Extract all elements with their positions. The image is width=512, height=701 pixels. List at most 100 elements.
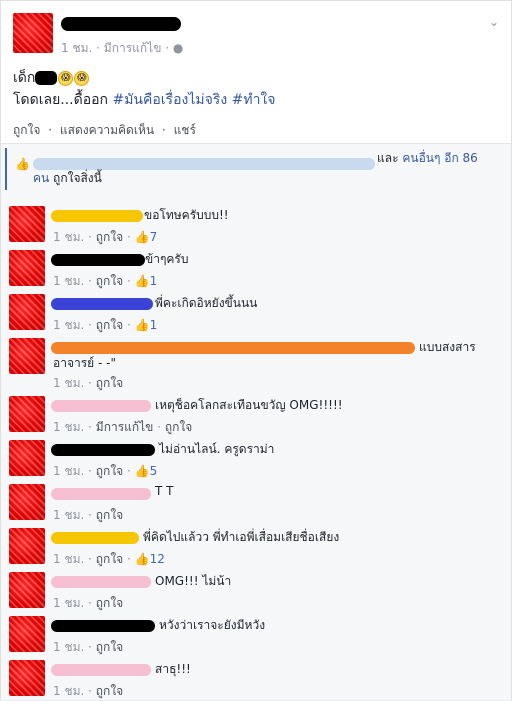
comment-text: OMG!!! ไม่น้า bbox=[155, 574, 232, 588]
comment-like-button[interactable]: ถูกใจ bbox=[96, 508, 123, 522]
commenter-avatar[interactable] bbox=[9, 396, 45, 432]
scream-emoji-icon: 😱 bbox=[74, 70, 90, 86]
post-card: 1 ชม. · มีการแก้ไข · ● ⌄ เด็ก 😱 😱 โดดเลย..… bbox=[0, 0, 512, 700]
commenter-name-redacted[interactable] bbox=[51, 488, 151, 500]
commenter-name-redacted[interactable] bbox=[51, 298, 153, 310]
commenter-name-redacted[interactable] bbox=[51, 342, 415, 354]
comment-like-button[interactable]: ถูกใจ bbox=[96, 684, 123, 698]
commenter-avatar[interactable] bbox=[9, 338, 45, 374]
comment-text: ข้าๆครับ bbox=[145, 252, 189, 266]
comment-time[interactable]: 1 ชม. bbox=[53, 508, 84, 522]
thumbs-up-icon: 👍 bbox=[134, 230, 150, 244]
comment-meta: 1 ชม. · ถูกใจ bbox=[53, 596, 124, 610]
comment-time[interactable]: 1 ชม. bbox=[53, 274, 84, 288]
hashtag-link[interactable]: #มันคือเรื่องไม่จริง bbox=[112, 92, 227, 108]
post-time[interactable]: 1 ชม. bbox=[61, 41, 92, 55]
thumbs-up-icon: 👍 bbox=[134, 318, 150, 332]
comment-like-button[interactable]: ถูกใจ bbox=[165, 420, 192, 434]
commenter-avatar[interactable] bbox=[9, 440, 45, 476]
comment-time[interactable]: 1 ชม. bbox=[53, 596, 84, 610]
scream-emoji-icon: 😱 bbox=[58, 70, 74, 86]
thumbs-up-icon: 👍 bbox=[134, 464, 150, 478]
comment-time[interactable]: 1 ชม. bbox=[53, 464, 84, 478]
comment-like-button[interactable]: ถูกใจ bbox=[96, 230, 123, 244]
likes-summary: 👍 และ คนอื่นๆ อีก 86 คน ถูกใจสิ่งนี้ bbox=[5, 148, 505, 190]
comment-text: T T bbox=[155, 484, 174, 498]
commenter-name-redacted[interactable] bbox=[51, 210, 143, 222]
post-author-name-redacted[interactable] bbox=[61, 17, 181, 31]
comment-like-button[interactable]: ถูกใจ bbox=[96, 552, 123, 566]
comment-text: แบบสงสาร bbox=[419, 340, 476, 354]
comment-like-count[interactable]: 1 bbox=[150, 274, 158, 288]
comment-like-count[interactable]: 12 bbox=[150, 552, 165, 566]
comment-edited[interactable]: มีการแก้ไข bbox=[96, 420, 154, 434]
commenter-avatar[interactable] bbox=[9, 572, 45, 608]
commenter-avatar[interactable] bbox=[9, 616, 45, 652]
comment-meta: 1 ชม. · ถูกใจ · 👍12 bbox=[53, 552, 165, 566]
post-author-avatar[interactable] bbox=[13, 13, 53, 53]
post-meta: 1 ชม. · มีการแก้ไข · ● bbox=[61, 41, 184, 55]
post-header: 1 ชม. · มีการแก้ไข · ● ⌄ bbox=[9, 9, 505, 57]
comment-time[interactable]: 1 ชม. bbox=[53, 376, 84, 390]
comment-like-button[interactable]: ถูกใจ bbox=[96, 274, 123, 288]
commenter-name-redacted[interactable] bbox=[51, 400, 151, 412]
thumbs-up-icon: 👍 bbox=[134, 274, 150, 288]
post-line-1: เด็ก 😱 😱 bbox=[13, 67, 503, 89]
thumbs-up-icon: 👍 bbox=[15, 157, 30, 171]
post-actions: ถูกใจ · แสดงความคิดเห็น · แชร์ bbox=[13, 123, 196, 137]
comment-time[interactable]: 1 ชม. bbox=[53, 640, 84, 654]
others-liked-link[interactable]: คนอื่นๆ อีก 86 bbox=[402, 151, 477, 165]
commenter-name-redacted[interactable] bbox=[51, 576, 151, 588]
commenter-avatar[interactable] bbox=[9, 294, 45, 330]
comment-time[interactable]: 1 ชม. bbox=[53, 230, 84, 244]
comment-meta: 1 ชม. · ถูกใจ · 👍1 bbox=[53, 318, 158, 332]
comment-button[interactable]: แสดงความคิดเห็น bbox=[60, 123, 154, 137]
commenter-name-redacted[interactable] bbox=[51, 254, 145, 266]
commenter-name-redacted[interactable] bbox=[51, 532, 139, 544]
comment-time[interactable]: 1 ชม. bbox=[53, 420, 84, 434]
commenter-avatar[interactable] bbox=[9, 250, 45, 286]
comment-like-button[interactable]: ถูกใจ bbox=[96, 376, 123, 390]
comment-like-button[interactable]: ถูกใจ bbox=[96, 318, 123, 332]
commenter-name-redacted[interactable] bbox=[51, 444, 155, 456]
comment-text: เหตุช็อคโลกสะเทือนขวัญ OMG!!!!! bbox=[155, 398, 343, 412]
post-body: เด็ก 😱 😱 โดดเลย...ดื้ออก #มันคือเรื่องไม่จ… bbox=[13, 67, 503, 111]
commenter-avatar[interactable] bbox=[9, 660, 45, 696]
comment-text: สาธุ!!! bbox=[155, 662, 191, 676]
like-button[interactable]: ถูกใจ bbox=[13, 123, 40, 137]
comment-text: พี่คิดไปแล้วว พี่ทำเอพี่เสื่อมเสียชื่อเส… bbox=[143, 530, 340, 544]
comment-meta: 1 ชม. · ถูกใจ bbox=[53, 376, 124, 390]
comment-meta: 1 ชม. · ถูกใจ bbox=[53, 508, 124, 522]
comment-text: ไม่อ่านไลน์. ครูดราม่า bbox=[159, 442, 275, 456]
comment-like-button[interactable]: ถูกใจ bbox=[96, 464, 123, 478]
commenter-avatar[interactable] bbox=[9, 528, 45, 564]
comment-time[interactable]: 1 ชม. bbox=[53, 318, 84, 332]
comment-meta: 1 ชม. · ถูกใจ bbox=[53, 684, 124, 698]
comment-meta: 1 ชม. · ถูกใจ bbox=[53, 640, 124, 654]
comment-like-button[interactable]: ถูกใจ bbox=[96, 640, 123, 654]
comment-text: ขอโทษครับบบ!! bbox=[144, 208, 229, 222]
comment-like-button[interactable]: ถูกใจ bbox=[96, 596, 123, 610]
comment-like-count[interactable]: 7 bbox=[150, 230, 158, 244]
commenter-name-redacted[interactable] bbox=[51, 620, 155, 632]
share-button[interactable]: แชร์ bbox=[174, 123, 196, 137]
commenter-avatar[interactable] bbox=[9, 484, 45, 520]
comment-like-count[interactable]: 5 bbox=[150, 464, 158, 478]
comment-text-line-2: อาจารย์ - -" bbox=[53, 356, 116, 370]
chevron-down-icon[interactable]: ⌄ bbox=[489, 15, 499, 29]
commenter-avatar[interactable] bbox=[9, 206, 45, 242]
redacted-mark bbox=[35, 71, 58, 85]
globe-icon: ● bbox=[172, 41, 184, 55]
hashtag-link[interactable]: #ทำใจ bbox=[232, 92, 276, 108]
comment-time[interactable]: 1 ชม. bbox=[53, 552, 84, 566]
post-line-2: โดดเลย...ดื้ออก #มันคือเรื่องไม่จริง #ทำ… bbox=[13, 92, 276, 108]
commenter-name-redacted[interactable] bbox=[51, 664, 151, 676]
comment-meta: 1 ชม. · มีการแก้ไข · ถูกใจ bbox=[53, 420, 193, 434]
comment-meta: 1 ชม. · ถูกใจ · 👍7 bbox=[53, 230, 158, 244]
comment-text: พี่คะเกิดอิหยังขึ้นนน bbox=[155, 296, 258, 310]
thumbs-up-icon: 👍 bbox=[134, 552, 150, 566]
comment-like-count[interactable]: 1 bbox=[150, 318, 158, 332]
post-edited[interactable]: มีการแก้ไข bbox=[104, 41, 162, 55]
comment-time[interactable]: 1 ชม. bbox=[53, 684, 84, 698]
comments-section: 👍 และ คนอื่นๆ อีก 86 คน ถูกใจสิ่งนี้ ขอโ… bbox=[1, 143, 511, 700]
